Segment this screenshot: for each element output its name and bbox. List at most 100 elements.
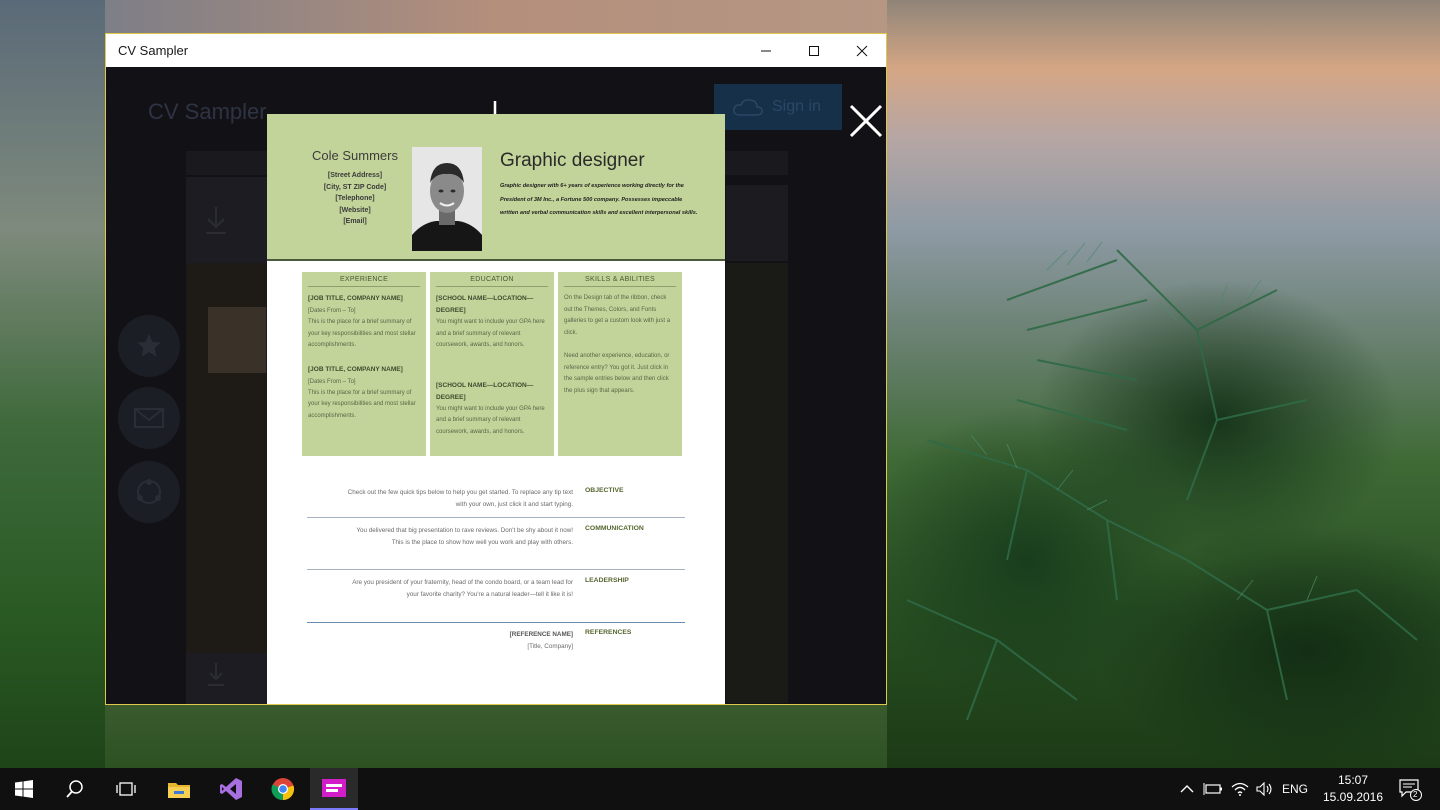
close-icon xyxy=(856,45,868,56)
clock-time: 15:07 xyxy=(1337,773,1369,787)
cv-section-label: OBJECTIVE xyxy=(585,487,624,494)
cv-section-objective: Check out the few quick tips below to he… xyxy=(307,480,685,518)
cv-column-experience: EXPERIENCE [JOB TITLE, COMPANY NAME] [Da… xyxy=(302,272,426,456)
cv-section-text: Check out the few quick tips below to he… xyxy=(303,487,573,511)
cv-telephone: [Telephone] xyxy=(335,195,375,202)
background-app-title: CV Sampler xyxy=(148,99,267,124)
speaker-icon xyxy=(1256,782,1272,796)
cv-city: [City, ST ZIP Code] xyxy=(323,183,387,191)
cloud-icon xyxy=(733,99,763,116)
background-signin-button: Sign in xyxy=(714,84,842,130)
cv-name: Cole Summers xyxy=(312,148,398,163)
close-icon xyxy=(849,104,883,138)
clock[interactable]: 15:07 15.09.2016 xyxy=(1314,772,1392,806)
app-window: CV Sampler CV Sampler Sign in Cole Summe… xyxy=(105,33,887,705)
cv-section-line: Are you president of your fraternity, he… xyxy=(352,579,573,586)
cv-column-skills: SKILLS & ABILITIES On the Design tab of … xyxy=(558,272,682,456)
chrome-button[interactable] xyxy=(259,768,307,810)
visual-studio-button[interactable] xyxy=(207,768,255,810)
cv-street-address: [Street Address] xyxy=(327,172,383,179)
window-controls xyxy=(742,34,886,67)
background-signin-label: Sign in xyxy=(772,98,821,115)
cv-section-references: [REFERENCE NAME] [Title, Company] REFERE… xyxy=(307,623,685,659)
mail-button xyxy=(118,387,180,449)
network-button[interactable] xyxy=(1228,768,1252,810)
cv-section-text: Are you president of your fraternity, he… xyxy=(303,577,573,601)
cv-column-education: EDUCATION [SCHOOL NAME—LOCATION—DEGREE] … xyxy=(430,272,554,456)
clock-date: 15.09.2016 xyxy=(1322,790,1384,804)
cv-item-text: You might want to include your GPA here … xyxy=(436,405,545,435)
close-window-button[interactable] xyxy=(838,34,886,67)
task-view-button[interactable] xyxy=(102,768,150,810)
app-content: CV Sampler Sign in Cole Summers [Street … xyxy=(106,67,886,704)
wifi-icon xyxy=(1231,782,1249,796)
desktop-wallpaper-top xyxy=(105,0,887,34)
background-card-main xyxy=(186,263,269,653)
cv-section-text: You delivered that big presentation to r… xyxy=(303,525,573,549)
cv-column-heading: EDUCATION xyxy=(436,276,548,287)
cv-section-label: COMMUNICATION xyxy=(585,525,644,532)
cv-item-text: This is the place for a brief summary of… xyxy=(308,389,416,419)
cv-item-dates: [Dates From – To] xyxy=(308,308,356,314)
cv-section-line: with your own, just click it and start t… xyxy=(455,501,573,508)
cv-section-line: This is the place to show how well you w… xyxy=(391,539,573,546)
background-card-bottom xyxy=(186,653,269,704)
language-indicator[interactable]: ENG xyxy=(1279,768,1311,810)
background-card-top xyxy=(186,177,269,263)
battery-button[interactable] xyxy=(1200,768,1226,810)
cv-column-heading: EXPERIENCE xyxy=(308,276,420,287)
background-download-icon-2 xyxy=(208,663,224,686)
search-button[interactable] xyxy=(51,768,99,810)
cv-item-text: This is the place for a brief summary of… xyxy=(308,319,416,348)
cv-item-title: [SCHOOL NAME—LOCATION—DEGREE] xyxy=(436,295,534,314)
background-right-panel-top xyxy=(726,185,788,261)
maximize-icon xyxy=(809,45,819,56)
cv-photo xyxy=(412,147,482,251)
chevron-up-icon xyxy=(1180,785,1194,793)
search-icon xyxy=(66,780,83,798)
cv-section-line: You delivered that big presentation to r… xyxy=(356,527,573,534)
close-preview-button[interactable] xyxy=(848,103,884,139)
show-hidden-icons-button[interactable] xyxy=(1176,768,1198,810)
star-icon xyxy=(137,334,161,357)
chrome-icon xyxy=(271,778,295,801)
cv-reference-name: [REFERENCE NAME] xyxy=(509,631,573,638)
battery-icon xyxy=(1203,783,1222,795)
cv-sampler-taskbar-button[interactable] xyxy=(310,768,358,810)
cv-item-text: Need another experience, education, or r… xyxy=(564,353,670,394)
volume-button[interactable] xyxy=(1253,768,1277,810)
cv-item-text: You might want to include your GPA here … xyxy=(436,319,545,348)
cv-section-label: LEADERSHIP xyxy=(585,577,629,584)
window-titlebar[interactable]: CV Sampler xyxy=(106,34,886,67)
desktop-wallpaper-bottom xyxy=(105,705,887,768)
mail-icon xyxy=(134,408,164,428)
start-button[interactable] xyxy=(0,768,48,810)
cv-item-title: [JOB TITLE, COMPANY NAME] xyxy=(308,295,403,302)
cv-item-title: [JOB TITLE, COMPANY NAME] xyxy=(308,365,403,373)
file-explorer-icon xyxy=(168,783,190,798)
file-explorer-button[interactable] xyxy=(155,768,203,810)
cv-header: Cole Summers [Street Address] [City, ST … xyxy=(267,114,725,261)
visual-studio-icon xyxy=(220,778,242,800)
cv-job-title: Graphic designer xyxy=(500,150,645,171)
cv-summary: Graphic designer with 6+ years of experi… xyxy=(500,183,698,216)
cv-section-line: your favorite charity? You're a natural … xyxy=(406,591,573,598)
maximize-button[interactable] xyxy=(790,34,838,67)
minimize-button[interactable] xyxy=(742,34,790,67)
notification-icon xyxy=(1399,779,1422,801)
action-center-button[interactable]: 2 xyxy=(1392,768,1428,810)
favorites-button xyxy=(118,315,180,377)
pine-branches-decoration xyxy=(906,241,1418,721)
person-photo-icon xyxy=(412,147,482,251)
desktop-wallpaper-left xyxy=(0,0,105,768)
task-view-icon xyxy=(116,782,136,796)
windows-logo-icon xyxy=(15,780,33,798)
cv-item-title: [SCHOOL NAME—LOCATION—DEGREE] xyxy=(436,381,534,401)
cv-section-label: REFERENCES xyxy=(585,629,632,636)
cv-section-line: Check out the few quick tips below to he… xyxy=(347,489,573,496)
background-avatar xyxy=(208,307,266,373)
window-title: CV Sampler xyxy=(118,43,189,58)
cv-section-communication: You delivered that big presentation to r… xyxy=(307,518,685,570)
cv-preview-page[interactable]: Cole Summers [Street Address] [City, ST … xyxy=(267,114,725,704)
taskbar: ENG 15:07 15.09.2016 2 xyxy=(0,768,1440,810)
